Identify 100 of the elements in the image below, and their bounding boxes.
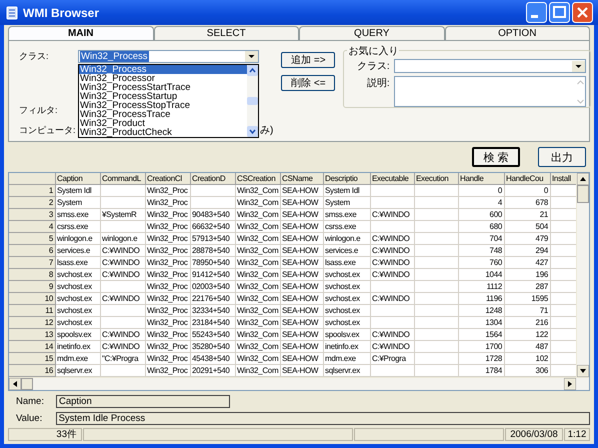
column-header[interactable]: Caption	[56, 173, 101, 185]
list-item[interactable]: Win32_ProcessTrace	[79, 110, 247, 119]
column-header[interactable]: CommandL	[101, 173, 146, 185]
table-cell: 678	[505, 197, 551, 209]
column-header[interactable]: Handle	[459, 173, 505, 185]
scroll-left-icon[interactable]	[9, 378, 21, 390]
table-cell: Win32_Proc	[146, 209, 191, 221]
table-cell: 102	[505, 353, 551, 365]
table-cell: lsass.exe	[324, 257, 371, 269]
table-cell: Win32_Com	[236, 233, 281, 245]
column-header[interactable]: CSCreation	[236, 173, 281, 185]
row-number: 9	[9, 281, 56, 293]
table-cell: Win32_Com	[236, 197, 281, 209]
list-item[interactable]: Win32_ProcessStartTrace	[79, 83, 247, 92]
table-cell: Win32_Proc	[146, 197, 191, 209]
table-cell: Win32_Proc	[146, 185, 191, 197]
scrollbar[interactable]	[247, 65, 258, 137]
row-number: 4	[9, 221, 56, 233]
description-field[interactable]	[394, 76, 586, 107]
minimize-button[interactable]	[526, 2, 547, 23]
field-label: 説明:	[366, 76, 390, 90]
table-cell: Win32_Com	[236, 305, 281, 317]
name-field[interactable]: Caption	[56, 395, 230, 408]
table-cell: 427	[505, 257, 551, 269]
table-cell: 504	[505, 221, 551, 233]
maximize-button[interactable]	[549, 2, 570, 23]
horizontal-scrollbar[interactable]	[9, 378, 589, 390]
tab[interactable]: QUERY	[299, 26, 444, 40]
table-cell: 78950+540	[191, 257, 236, 269]
column-header[interactable]: Executable	[371, 173, 415, 185]
table-cell: svchost.ex	[324, 269, 371, 281]
list-item[interactable]: Win32_Product	[79, 119, 247, 128]
scroll-right-icon[interactable]	[564, 378, 576, 390]
field-label: コンピュータ:	[19, 124, 77, 136]
column-header[interactable]: Descriptio	[324, 173, 371, 185]
table-cell: Win32_Com	[236, 209, 281, 221]
field-label: クラス:	[356, 60, 390, 73]
field-text: み)	[260, 124, 274, 137]
table-cell: services.e	[56, 245, 101, 257]
add-button[interactable]: 追加 =>	[281, 52, 336, 68]
table-cell: sqlservr.ex	[324, 365, 371, 377]
output-button[interactable]: 出力	[538, 147, 586, 167]
row-number: 7	[9, 257, 56, 269]
table-cell: Win32_Com	[236, 353, 281, 365]
table-cell: 487	[505, 341, 551, 353]
value-field[interactable]: System Idle Process	[56, 412, 590, 425]
field-label: クラス:	[19, 50, 50, 62]
table-cell: 1700	[459, 341, 505, 353]
table-cell: 45438+540	[191, 353, 236, 365]
column-header[interactable]: CSName	[281, 173, 324, 185]
scroll-thumb[interactable]	[247, 97, 258, 105]
table-cell: ¥SystemR	[101, 209, 146, 221]
table-cell: winlogon.e	[324, 233, 371, 245]
table-cell: SEA-HOW	[281, 293, 324, 305]
table-cell: SEA-HOW	[281, 185, 324, 197]
status-panel: 33件	[8, 428, 82, 441]
table-cell: 4	[459, 197, 505, 209]
vertical-scrollbar[interactable]	[577, 173, 589, 377]
scroll-thumb[interactable]	[577, 185, 589, 203]
row-number: 1	[9, 185, 56, 197]
tab[interactable]: SELECT	[154, 26, 299, 40]
table-cell: C:¥WINDO	[371, 257, 415, 269]
column-header[interactable]: HandleCou	[505, 173, 551, 185]
table-cell: 0	[459, 185, 505, 197]
scroll-thumb[interactable]	[21, 378, 33, 390]
search-button[interactable]: 検 索	[472, 147, 520, 167]
table-cell: SEA-HOW	[281, 221, 324, 233]
table-cell: 287	[505, 281, 551, 293]
scroll-up-icon[interactable]	[577, 173, 589, 185]
table-cell: SEA-HOW	[281, 305, 324, 317]
scroll-down-icon[interactable]	[247, 126, 258, 137]
table-cell: winlogon.e	[101, 233, 146, 245]
list-item[interactable]: Win32_Processor	[79, 74, 247, 83]
table-cell: 294	[505, 245, 551, 257]
table-cell: Win32_Com	[236, 329, 281, 341]
scroll-up-icon[interactable]	[247, 65, 258, 76]
field-label: Name:	[15, 396, 45, 407]
list-item[interactable]: Win32_ProcessStartup	[79, 92, 247, 101]
table-cell: 28878+540	[191, 245, 236, 257]
list-item[interactable]: Win32_ProcessStopTrace	[79, 101, 247, 110]
list-item[interactable]: Win32_Process	[79, 65, 247, 74]
column-header[interactable]: Execution	[415, 173, 459, 185]
table-cell: System	[56, 197, 101, 209]
table-cell: C:¥WINDO	[101, 257, 146, 269]
row-number: 10	[9, 293, 56, 305]
list-item[interactable]: Win32_ProductCheck	[79, 128, 247, 137]
tab[interactable]: OPTION	[444, 26, 590, 40]
column-header[interactable]: CreationD	[191, 173, 236, 185]
column-header[interactable]: CreationCl	[146, 173, 191, 185]
close-button[interactable]	[572, 2, 593, 23]
table-cell: 21	[505, 209, 551, 221]
tab[interactable]: MAIN	[8, 26, 154, 40]
scroll-down-icon[interactable]	[577, 365, 589, 377]
table-cell: 23184+540	[191, 317, 236, 329]
table-cell: 35280+540	[191, 341, 236, 353]
remove-button[interactable]: 削除 <=	[281, 75, 336, 91]
table-cell: Win32_Proc	[146, 257, 191, 269]
table-cell: svchost.ex	[56, 317, 101, 329]
class-dropdown[interactable]: Win32_Process	[78, 50, 259, 62]
table-cell: SEA-HOW	[281, 317, 324, 329]
